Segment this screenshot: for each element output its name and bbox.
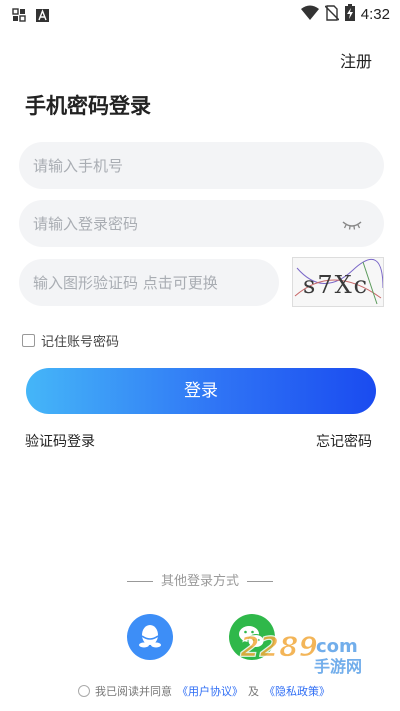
other-login-title: 其他登录方式	[0, 570, 400, 589]
status-bar: 4:32	[0, 0, 400, 28]
remember-label: 记住账号密码	[41, 335, 120, 350]
agreement-checkbox[interactable]	[78, 685, 90, 697]
wifi-icon	[300, 5, 319, 25]
user-agreement-link[interactable]: 《用户协议》	[177, 683, 243, 699]
page-title: 手机密码登录	[25, 94, 151, 118]
login-button[interactable]: 登录	[26, 368, 376, 414]
notification-icon	[12, 7, 26, 26]
battery-charging-icon	[344, 4, 355, 25]
agreement-row: 我已阅读并同意 《用户协议》 及 《隐私政策》	[78, 683, 330, 699]
svg-text:手游网: 手游网	[314, 657, 362, 676]
captcha-image[interactable]: s7Xc	[292, 257, 384, 307]
password-input[interactable]	[19, 200, 384, 247]
agreement-and: 及	[248, 685, 259, 698]
remember-row[interactable]: 记住账号密码	[22, 331, 119, 350]
qq-login-button[interactable]	[127, 614, 173, 660]
divider	[126, 581, 153, 582]
privacy-policy-link[interactable]: 《隐私政策》	[264, 683, 330, 699]
other-login-label: 其他登录方式	[160, 574, 239, 589]
sms-login-link[interactable]: 验证码登录	[25, 431, 95, 451]
forgot-password-link[interactable]: 忘记密码	[316, 431, 372, 451]
register-link[interactable]: 注册	[340, 48, 372, 72]
divider	[247, 581, 273, 582]
svg-text:com: com	[316, 636, 358, 657]
status-time: 4:32	[360, 6, 390, 23]
remember-checkbox[interactable]	[22, 334, 35, 347]
agreement-prefix: 我已阅读并同意	[95, 685, 172, 698]
no-sim-icon	[324, 4, 340, 25]
captcha-field[interactable]	[19, 259, 279, 306]
eye-closed-icon[interactable]	[342, 216, 362, 235]
phone-field[interactable]	[19, 142, 384, 189]
watermark-logo: 2289 com 手游网	[238, 628, 388, 676]
phone-input[interactable]	[19, 142, 384, 189]
qq-icon	[127, 625, 173, 664]
svg-text:2289: 2289	[240, 630, 318, 663]
captcha-text: s7Xc	[303, 271, 369, 299]
app-a-icon	[36, 7, 49, 26]
captcha-input[interactable]	[19, 259, 279, 306]
password-field[interactable]	[19, 200, 384, 247]
